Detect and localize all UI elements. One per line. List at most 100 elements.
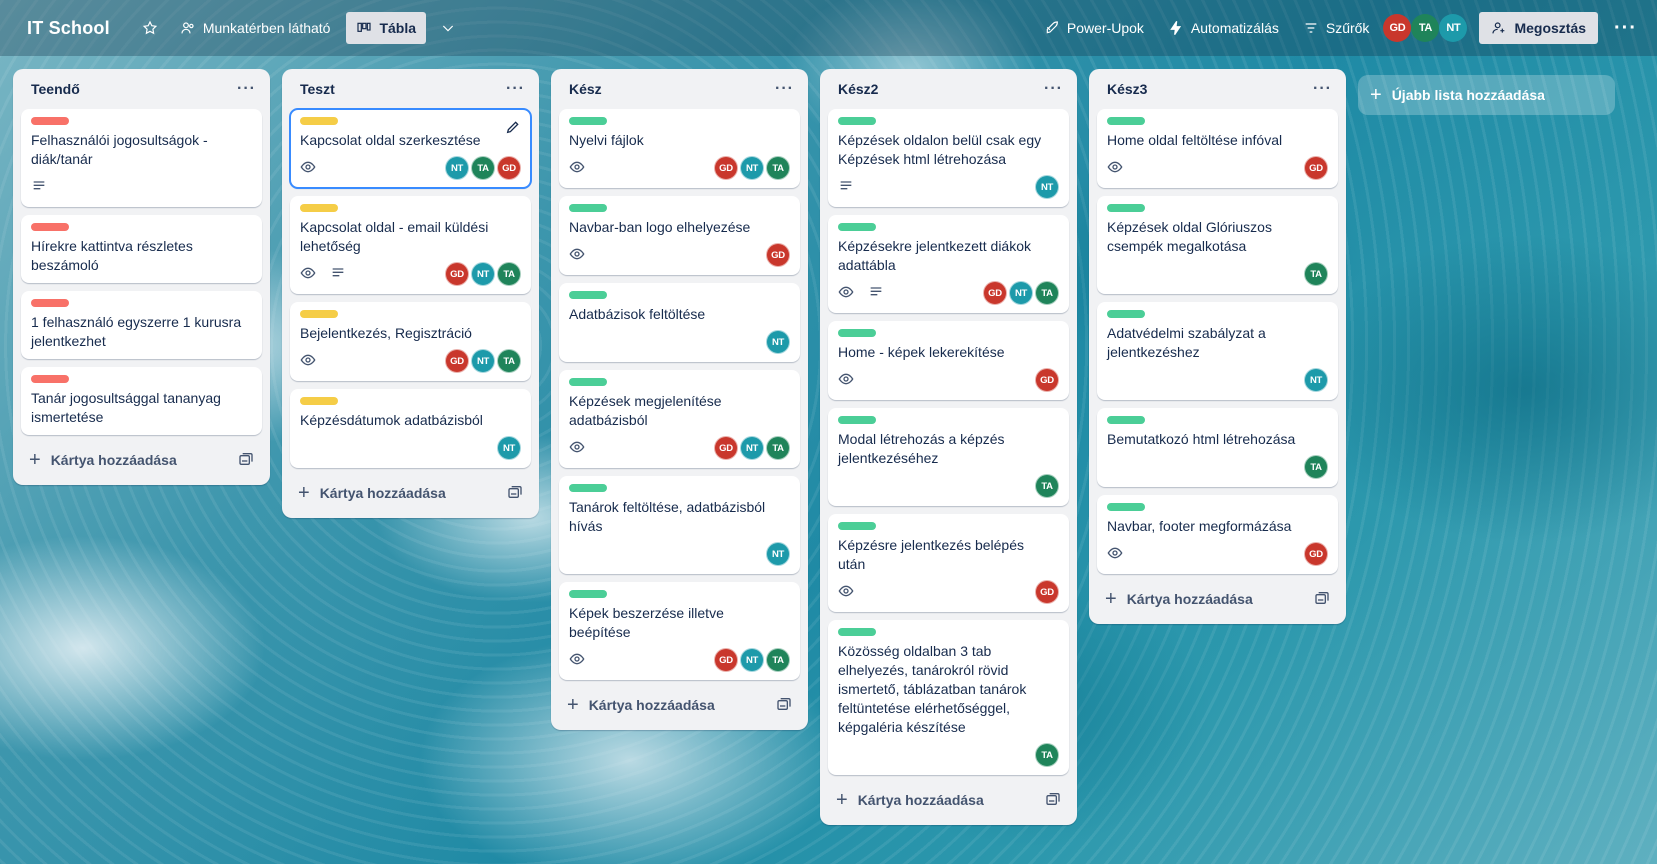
card-label[interactable] xyxy=(1107,117,1145,125)
member-avatar[interactable]: TA xyxy=(1035,281,1059,305)
card[interactable]: Tanárok feltöltése, adatbázisból hívás NT xyxy=(559,476,800,574)
list-menu-button[interactable]: ··· xyxy=(506,80,525,98)
template-icon[interactable] xyxy=(507,484,523,503)
board-title[interactable]: IT School xyxy=(27,18,110,39)
list-title[interactable]: Kész xyxy=(569,81,602,97)
member-avatar[interactable]: TA xyxy=(1035,743,1059,767)
card-label[interactable] xyxy=(31,299,69,307)
card[interactable]: Képzések megjelenítése adatbázisból GD NT T… xyxy=(559,370,800,468)
avatar-nt[interactable]: NT xyxy=(1439,14,1468,42)
member-avatar[interactable]: GD xyxy=(445,262,469,286)
member-avatar[interactable]: NT xyxy=(766,542,790,566)
automation-button[interactable]: Automatizálás xyxy=(1160,12,1287,44)
member-avatar[interactable]: TA xyxy=(497,262,521,286)
filters-button[interactable]: Szűrők xyxy=(1295,12,1378,44)
card-label[interactable] xyxy=(1107,204,1145,212)
member-avatar[interactable]: GD xyxy=(497,156,521,180)
card-label[interactable] xyxy=(300,310,338,318)
card-label[interactable] xyxy=(300,204,338,212)
member-avatar[interactable]: NT xyxy=(445,156,469,180)
card[interactable]: Felhasználói jogosultságok - diák/tanár xyxy=(21,109,262,207)
visibility-button[interactable]: Munkatérben látható xyxy=(172,12,339,44)
member-avatar[interactable]: TA xyxy=(766,156,790,180)
card-label[interactable] xyxy=(300,397,338,405)
list-menu-button[interactable]: ··· xyxy=(775,80,794,98)
member-avatar[interactable]: TA xyxy=(471,156,495,180)
card[interactable]: Navbar, footer megformázása GD xyxy=(1097,495,1338,574)
card-label[interactable] xyxy=(1107,503,1145,511)
card[interactable]: Adatbázisok feltöltése NT xyxy=(559,283,800,362)
card-label[interactable] xyxy=(1107,310,1145,318)
card-label[interactable] xyxy=(838,628,876,636)
member-avatar[interactable]: NT xyxy=(1009,281,1033,305)
card-label[interactable] xyxy=(300,117,338,125)
card[interactable]: Hírekre kattintva részletes beszámoló xyxy=(21,215,262,283)
card-label[interactable] xyxy=(838,522,876,530)
list-title[interactable]: Kész2 xyxy=(838,81,878,97)
member-avatar[interactable]: TA xyxy=(766,648,790,672)
card[interactable]: Képzésre jelentkezés belépés után GD xyxy=(828,514,1069,612)
member-avatar[interactable]: TA xyxy=(497,349,521,373)
avatar-ta[interactable]: TA xyxy=(1411,14,1440,42)
member-avatar[interactable]: GD xyxy=(1035,580,1059,604)
list-menu-button[interactable]: ··· xyxy=(1313,80,1332,98)
card-label[interactable] xyxy=(569,590,607,598)
member-avatar[interactable]: GD xyxy=(714,648,738,672)
member-avatar[interactable]: NT xyxy=(766,330,790,354)
card[interactable]: Tanár jogosultsággal tananyag ismertetés… xyxy=(21,367,262,435)
card[interactable]: Képek beszerzése illetve beépítése GD NT TA xyxy=(559,582,800,680)
member-avatar[interactable]: GD xyxy=(1304,542,1328,566)
add-card-button[interactable]: + Kártya hozzáadása xyxy=(29,450,177,470)
card[interactable]: Adatvédelmi szabályzat a jelentkezéshez N… xyxy=(1097,302,1338,400)
list-title[interactable]: Teszt xyxy=(300,81,335,97)
card-label[interactable] xyxy=(838,117,876,125)
view-switcher-button[interactable] xyxy=(432,12,464,44)
member-avatar[interactable]: GD xyxy=(766,243,790,267)
member-avatar[interactable]: NT xyxy=(497,436,521,460)
card[interactable]: 1 felhasználó egyszerre 1 kurusra jelent… xyxy=(21,291,262,359)
card[interactable]: Bemutatkozó html létrehozása TA xyxy=(1097,408,1338,487)
member-avatar[interactable]: GD xyxy=(1035,368,1059,392)
add-card-button[interactable]: + Kártya hozzáadása xyxy=(298,483,446,503)
add-card-button[interactable]: + Kártya hozzáadása xyxy=(567,695,715,715)
member-avatar[interactable]: GD xyxy=(1304,156,1328,180)
template-icon[interactable] xyxy=(776,696,792,715)
template-icon[interactable] xyxy=(1045,791,1061,810)
template-icon[interactable] xyxy=(238,451,254,470)
card[interactable]: Home oldal feltöltése infóval GD xyxy=(1097,109,1338,188)
card-label[interactable] xyxy=(569,291,607,299)
card-label[interactable] xyxy=(31,375,69,383)
card-label[interactable] xyxy=(838,416,876,424)
member-avatar[interactable]: GD xyxy=(983,281,1007,305)
card[interactable]: Home - képek lekerekítése GD xyxy=(828,321,1069,400)
star-button[interactable] xyxy=(134,12,166,44)
share-button[interactable]: Megosztás xyxy=(1479,12,1599,44)
list-title[interactable]: Kész3 xyxy=(1107,81,1147,97)
card[interactable]: Képzésdátumok adatbázisból NT xyxy=(290,389,531,468)
member-avatar[interactable]: TA xyxy=(1035,474,1059,498)
member-avatar[interactable]: NT xyxy=(471,349,495,373)
card[interactable]: Képzésekre jelentkezett diákok adattábla… xyxy=(828,215,1069,313)
member-avatar[interactable]: GD xyxy=(714,156,738,180)
board-menu-button[interactable]: ··· xyxy=(1606,12,1645,44)
card-label[interactable] xyxy=(569,204,607,212)
member-avatar[interactable]: NT xyxy=(1304,368,1328,392)
list-title[interactable]: Teendő xyxy=(31,81,80,97)
card[interactable]: Kapcsolat oldal - email küldési lehetősé… xyxy=(290,196,531,294)
card-label[interactable] xyxy=(31,117,69,125)
board-view-button[interactable]: Tábla xyxy=(346,12,427,44)
member-avatar[interactable]: NT xyxy=(740,156,764,180)
card[interactable]: Nyelvi fájlok GD NT TA xyxy=(559,109,800,188)
card[interactable]: Modal létrehozás a képzés jelentkezéséhe… xyxy=(828,408,1069,506)
member-avatar[interactable]: NT xyxy=(471,262,495,286)
card-label[interactable] xyxy=(1107,416,1145,424)
member-avatar[interactable]: GD xyxy=(714,436,738,460)
avatar-gd[interactable]: GD xyxy=(1383,14,1412,42)
card-label[interactable] xyxy=(569,117,607,125)
member-avatar[interactable]: GD xyxy=(445,349,469,373)
card[interactable]: Közösség oldalban 3 tab elhelyezés, taná… xyxy=(828,620,1069,775)
card[interactable]: Kapcsolat oldal szerkesztése NT TA GD xyxy=(289,108,532,189)
card-label[interactable] xyxy=(569,378,607,386)
member-avatar[interactable]: TA xyxy=(1304,262,1328,286)
card-label[interactable] xyxy=(31,223,69,231)
